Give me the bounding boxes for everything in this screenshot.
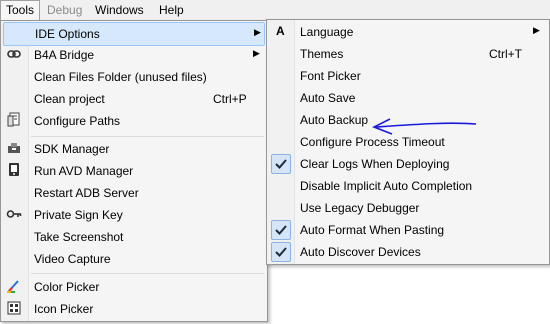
link-icon xyxy=(6,46,22,62)
menu-bar: Tools Debug Windows Help xyxy=(0,0,550,21)
menu-item-label: Language xyxy=(300,25,354,39)
menu-help[interactable]: Help xyxy=(154,0,189,20)
menu-item-clean-files-folder[interactable]: Clean Files Folder (unused files) xyxy=(3,66,265,88)
color-picker-icon xyxy=(6,278,22,294)
submenu-arrow-icon: ▶ xyxy=(533,25,540,35)
menu-item-icon-picker[interactable]: Icon Picker xyxy=(3,298,265,320)
tools-menu: IDE Options ▶ B4A Bridge ▶ Clean Files F… xyxy=(0,20,268,322)
menu-item-label: B4A Bridge xyxy=(34,48,95,62)
menu-item-label: Auto Backup xyxy=(300,113,369,127)
menu-item-use-legacy-debugger[interactable]: Use Legacy Debugger xyxy=(269,197,547,219)
submenu-arrow-icon: ▶ xyxy=(253,48,260,58)
menu-item-shortcut: Ctrl+P xyxy=(213,92,247,106)
menu-item-label: Disable Implicit Auto Completion xyxy=(300,179,473,193)
menu-item-auto-backup[interactable]: Auto Backup xyxy=(269,109,547,131)
paths-icon xyxy=(6,112,22,128)
menu-item-label: Auto Format When Pasting xyxy=(300,223,445,237)
menu-item-label: Configure Paths xyxy=(34,114,121,128)
menu-item-configure-paths[interactable]: Configure Paths xyxy=(3,110,265,132)
menu-item-label: Clear Logs When Deploying xyxy=(300,157,450,171)
menu-item-sdk-manager[interactable]: SDK Manager xyxy=(3,138,265,160)
menu-windows[interactable]: Windows xyxy=(90,0,149,20)
menu-item-b4a-bridge[interactable]: B4A Bridge ▶ xyxy=(3,44,265,66)
menu-item-label: Take Screenshot xyxy=(34,230,124,244)
font-icon: A xyxy=(276,24,285,38)
menu-item-label: Color Picker xyxy=(34,280,100,294)
menu-item-label: Run AVD Manager xyxy=(34,164,134,178)
check-icon xyxy=(271,220,291,240)
menu-item-label: Clean Files Folder (unused files) xyxy=(34,70,207,84)
menu-item-label: Restart ADB Server xyxy=(34,186,139,200)
menu-item-configure-process-timeout[interactable]: Configure Process Timeout xyxy=(269,131,547,153)
check-icon xyxy=(271,242,291,262)
menu-item-label: SDK Manager xyxy=(34,142,110,156)
ide-options-submenu: A Language ▶ Themes Ctrl+T Font Picker A… xyxy=(266,19,550,265)
menu-item-label: Configure Process Timeout xyxy=(300,135,445,149)
menu-item-auto-save[interactable]: Auto Save xyxy=(269,87,547,109)
menu-separator xyxy=(31,273,264,274)
menu-item-label: Clean project xyxy=(34,92,105,106)
menu-item-clear-logs-when-deploying[interactable]: Clear Logs When Deploying xyxy=(269,153,547,175)
icon-picker-icon xyxy=(6,300,22,316)
menu-item-auto-format-when-pasting[interactable]: Auto Format When Pasting xyxy=(269,219,547,241)
menu-item-font-picker[interactable]: Font Picker xyxy=(269,65,547,87)
avd-icon xyxy=(6,162,22,178)
menu-item-label: Icon Picker xyxy=(34,302,94,316)
menu-item-color-picker[interactable]: Color Picker xyxy=(3,276,265,298)
menu-item-shortcut: Ctrl+T xyxy=(489,47,522,61)
menu-item-label: Use Legacy Debugger xyxy=(300,201,420,215)
menu-debug[interactable]: Debug xyxy=(42,0,87,20)
menu-item-label: Private Sign Key xyxy=(34,208,123,222)
menu-item-label: Video Capture xyxy=(34,252,111,266)
menu-item-restart-adb-server[interactable]: Restart ADB Server xyxy=(3,182,265,204)
menu-item-private-sign-key[interactable]: Private Sign Key xyxy=(3,204,265,226)
menu-item-label: IDE Options xyxy=(35,27,100,41)
menu-item-label: Auto Discover Devices xyxy=(300,245,421,259)
menu-item-disable-implicit-auto-completion[interactable]: Disable Implicit Auto Completion xyxy=(269,175,547,197)
key-icon xyxy=(6,206,22,222)
check-icon xyxy=(271,154,291,174)
menu-item-language[interactable]: A Language ▶ xyxy=(269,21,547,43)
menu-item-run-avd-manager[interactable]: Run AVD Manager xyxy=(3,160,265,182)
menu-separator xyxy=(31,136,264,137)
menu-item-label: Font Picker xyxy=(300,69,361,83)
submenu-arrow-icon: ▶ xyxy=(254,27,261,37)
sdk-icon xyxy=(6,140,22,156)
menu-item-take-screenshot[interactable]: Take Screenshot xyxy=(3,226,265,248)
menu-item-label: Auto Save xyxy=(300,91,356,105)
menu-item-ide-options[interactable]: IDE Options ▶ xyxy=(3,22,265,46)
menu-item-auto-discover-devices[interactable]: Auto Discover Devices xyxy=(269,241,547,263)
menu-item-themes[interactable]: Themes Ctrl+T xyxy=(269,43,547,65)
menu-tools[interactable]: Tools xyxy=(0,0,41,21)
menu-item-clean-project[interactable]: Clean project Ctrl+P xyxy=(3,88,265,110)
menu-item-label: Themes xyxy=(300,47,344,61)
menu-item-video-capture[interactable]: Video Capture xyxy=(3,248,265,270)
